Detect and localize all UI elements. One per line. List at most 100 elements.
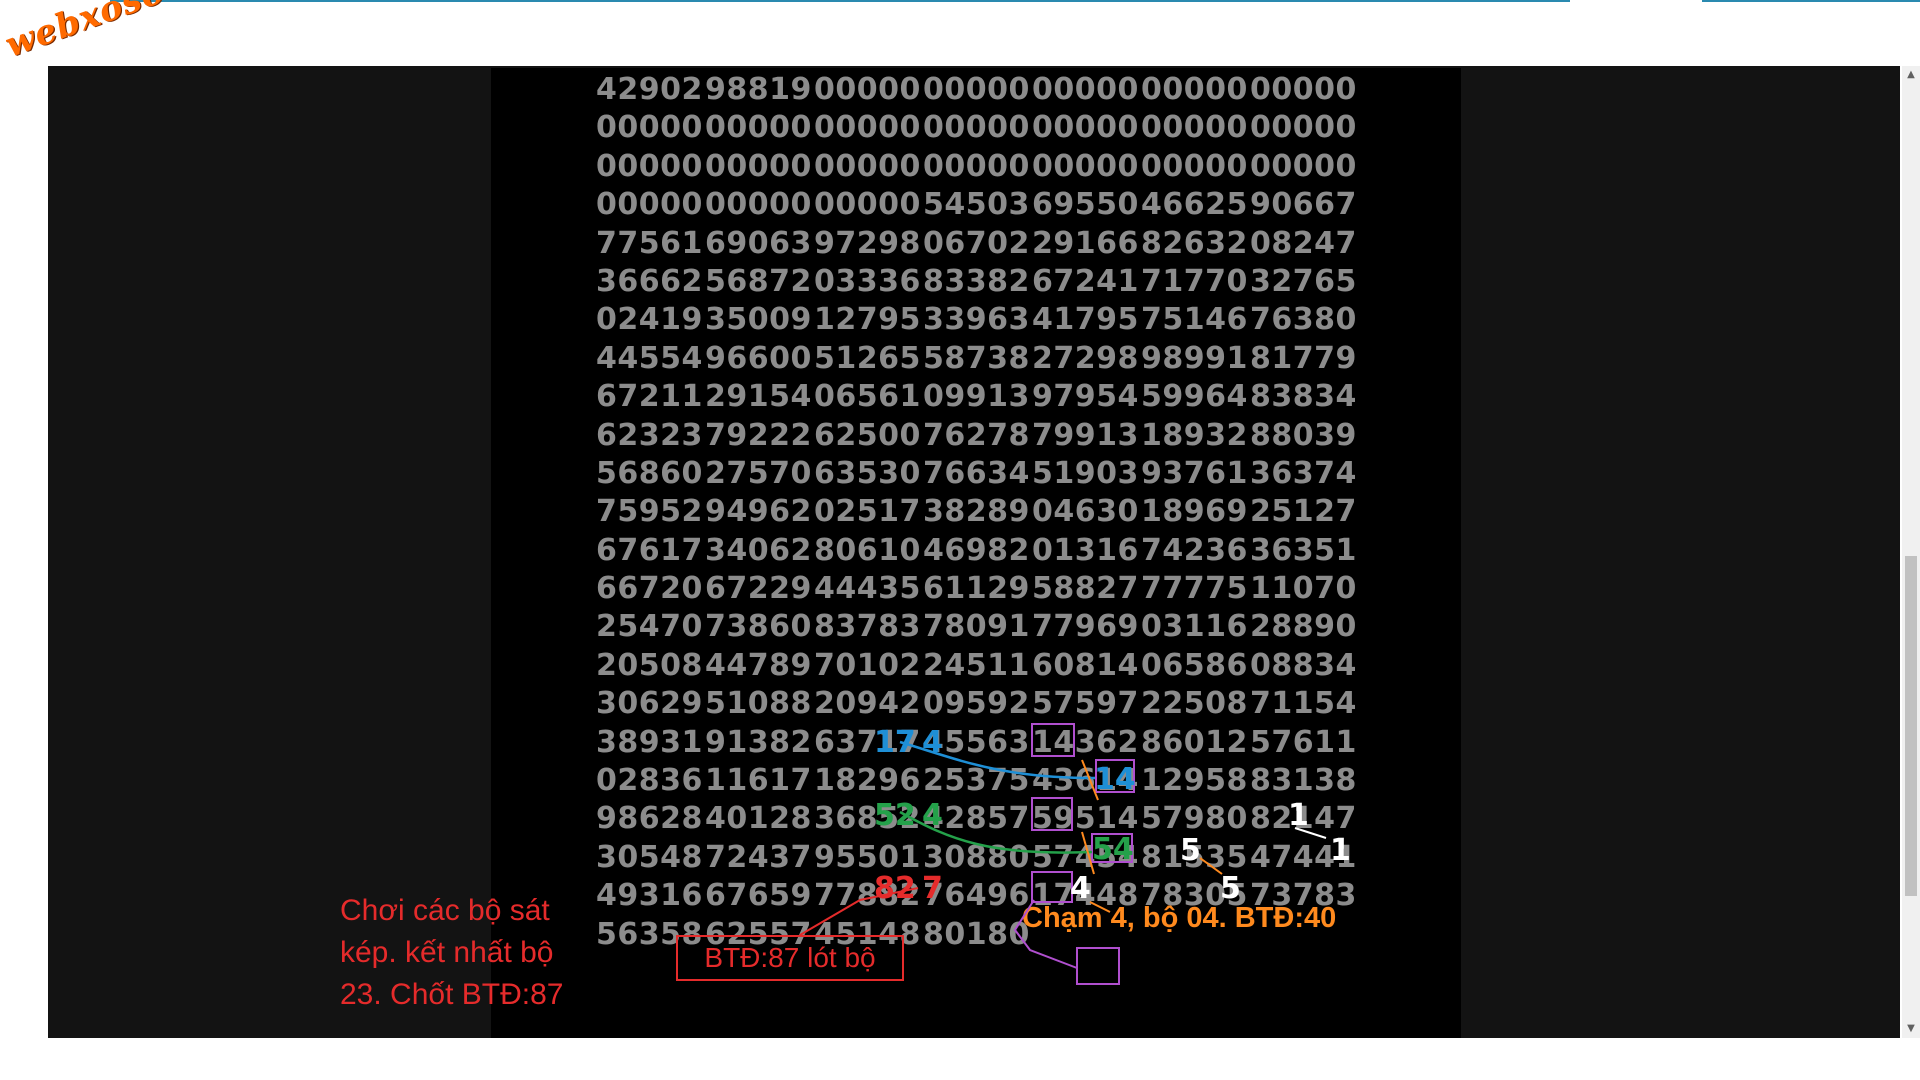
number-cell: 78091 [923, 609, 1030, 645]
number-row: 42902 98819 00000 00000 00000 00000 00000 [596, 72, 1357, 110]
number-cell: 00000 [1141, 148, 1248, 184]
number-cell: 88039 [1250, 417, 1357, 453]
scrollbar[interactable]: ▲ ▼ [1902, 66, 1920, 1038]
number-cell: 44554 [596, 340, 703, 376]
number-cell: 00000 [1250, 72, 1357, 107]
number-cell: 44435 [814, 571, 921, 607]
number-cell: 00000 [923, 148, 1030, 184]
number-cell: 69063 [705, 225, 812, 261]
number-cell: 77561 [596, 225, 703, 261]
number-cell: 30548 [596, 839, 703, 875]
number-cell: 02419 [596, 302, 703, 338]
number-cell: 67617 [596, 532, 703, 568]
number-cell: 47441 [1250, 839, 1357, 875]
number-cell: 98628 [596, 801, 703, 837]
number-row: 30629 51088 20942 09592 57597 22508 71154 [596, 686, 1356, 724]
number-cell: 14362 [1032, 724, 1139, 760]
scroll-down-icon[interactable]: ▼ [1902, 1020, 1920, 1038]
number-row: 30548 72437 95501 30880 57454 81535 47441 [596, 839, 1357, 878]
number-row: 62323 79222 62500 76278 79913 18932 88039 [596, 417, 1357, 456]
number-cell: 56872 [705, 263, 812, 299]
number-row: 00000 00000 00000 00000 00000 00000 00000 [596, 110, 1357, 148]
number-cell: 24511 [923, 647, 1030, 683]
number-cell: 57454 [1032, 839, 1139, 875]
number-cell: 70102 [814, 647, 921, 683]
number-cell: 77969 [1032, 609, 1139, 645]
number-cell: 93761 [1141, 455, 1248, 491]
number-cell: 63717 [814, 724, 921, 760]
number-cell: 96600 [705, 340, 812, 376]
number-row: 36662 56872 03336 83382 67241 71770 32765 [596, 263, 1356, 302]
number-cell: 01316 [1032, 532, 1139, 568]
number-row: 20508 44789 70102 24511 60814 06586 08834 [596, 647, 1357, 686]
number-cell: 00000 [596, 110, 703, 146]
number-cell: 00000 [814, 72, 921, 107]
number-cell: 30629 [596, 686, 703, 722]
number-row: 67617 34062 80610 46982 01316 74236 36351 [596, 532, 1357, 571]
number-cell: 33963 [923, 302, 1030, 338]
number-cell: 80180 [923, 916, 1030, 952]
number-cell: 25127 [1250, 494, 1357, 530]
number-row: 00000 00000 00000 54503 69550 46625 90667 [596, 187, 1356, 225]
number-cell: 41795 [1032, 302, 1139, 338]
number-cell: 82147 [1250, 801, 1357, 837]
number-cell: 83382 [923, 263, 1030, 299]
number-row: 38931 91382 63717 45563 14362 86012 57611 [596, 724, 1357, 763]
number-cell: 25470 [596, 609, 703, 645]
number-cell: 79913 [1032, 417, 1139, 453]
number-row: 00000 00000 00000 00000 00000 00000 00000 [596, 148, 1357, 187]
scroll-up-icon[interactable]: ▲ [1902, 66, 1920, 84]
number-cell: 36351 [1250, 532, 1357, 568]
number-cell: 97954 [1032, 379, 1139, 415]
number-cell: 58827 [1032, 571, 1139, 607]
site-logo: webxoso.net [0, 0, 243, 66]
number-cell: 30880 [923, 839, 1030, 875]
number-row: 25470 73860 83783 78091 77969 03116 28890 [596, 609, 1356, 647]
number-cell: 66720 [596, 571, 703, 607]
number-cell: 83138 [1250, 763, 1357, 799]
number-cell: 00000 [814, 148, 921, 184]
number-cell: 62500 [814, 417, 921, 453]
number-cell: 75146 [1141, 302, 1248, 338]
number-cell: 51088 [705, 686, 812, 722]
number-cell: 44789 [705, 647, 812, 683]
number-cell: 00000 [705, 187, 812, 223]
number-cell: 81535 [1141, 839, 1248, 875]
number-cell: 62323 [596, 417, 703, 453]
number-cell: 00000 [1250, 110, 1357, 146]
number-cell: 80610 [814, 532, 921, 568]
number-cell: 97298 [814, 225, 921, 261]
number-cell: 18296 [814, 763, 921, 799]
number-cell: 36374 [1250, 455, 1357, 491]
number-cell: 09592 [923, 686, 1030, 722]
number-cell: 57611 [1250, 724, 1357, 760]
number-cell: 00000 [1032, 110, 1139, 146]
scroll-thumb[interactable] [1905, 556, 1917, 896]
number-cell: 38931 [596, 724, 703, 760]
number-cell: 00000 [705, 110, 812, 146]
number-cell: 40128 [705, 801, 812, 837]
number-row: 02419 35009 12795 33963 41795 75146 76380 [596, 302, 1356, 340]
number-cell: 08834 [1250, 647, 1357, 683]
number-cell: 94962 [705, 494, 812, 530]
number-cell: 00000 [596, 148, 703, 184]
number-cell: 42857 [923, 801, 1030, 837]
number-cell: 91382 [705, 724, 812, 760]
number-cell: 86012 [1141, 724, 1248, 760]
number-cell: 51903 [1032, 455, 1139, 491]
number-cell: 00000 [1141, 110, 1248, 146]
number-cell: 59964 [1141, 379, 1248, 415]
number-cell: 11617 [705, 763, 812, 799]
number-row: 44554 96600 51265 58738 27298 98991 81779 [596, 340, 1356, 379]
number-cell: 00000 [596, 187, 703, 223]
number-cell: 20508 [596, 647, 703, 683]
number-cell: 00000 [1250, 148, 1357, 184]
number-cell: 29166 [1032, 225, 1139, 261]
number-row: 77561 69063 97298 06702 29166 82632 08247 [596, 225, 1356, 264]
number-cell: 82632 [1141, 225, 1248, 261]
number-cell: 06586 [1141, 647, 1248, 683]
number-cell: 27298 [1032, 340, 1139, 376]
number-cell: 67659 [705, 878, 812, 914]
number-cell: 58738 [923, 340, 1030, 376]
number-cell: 69550 [1032, 187, 1139, 223]
